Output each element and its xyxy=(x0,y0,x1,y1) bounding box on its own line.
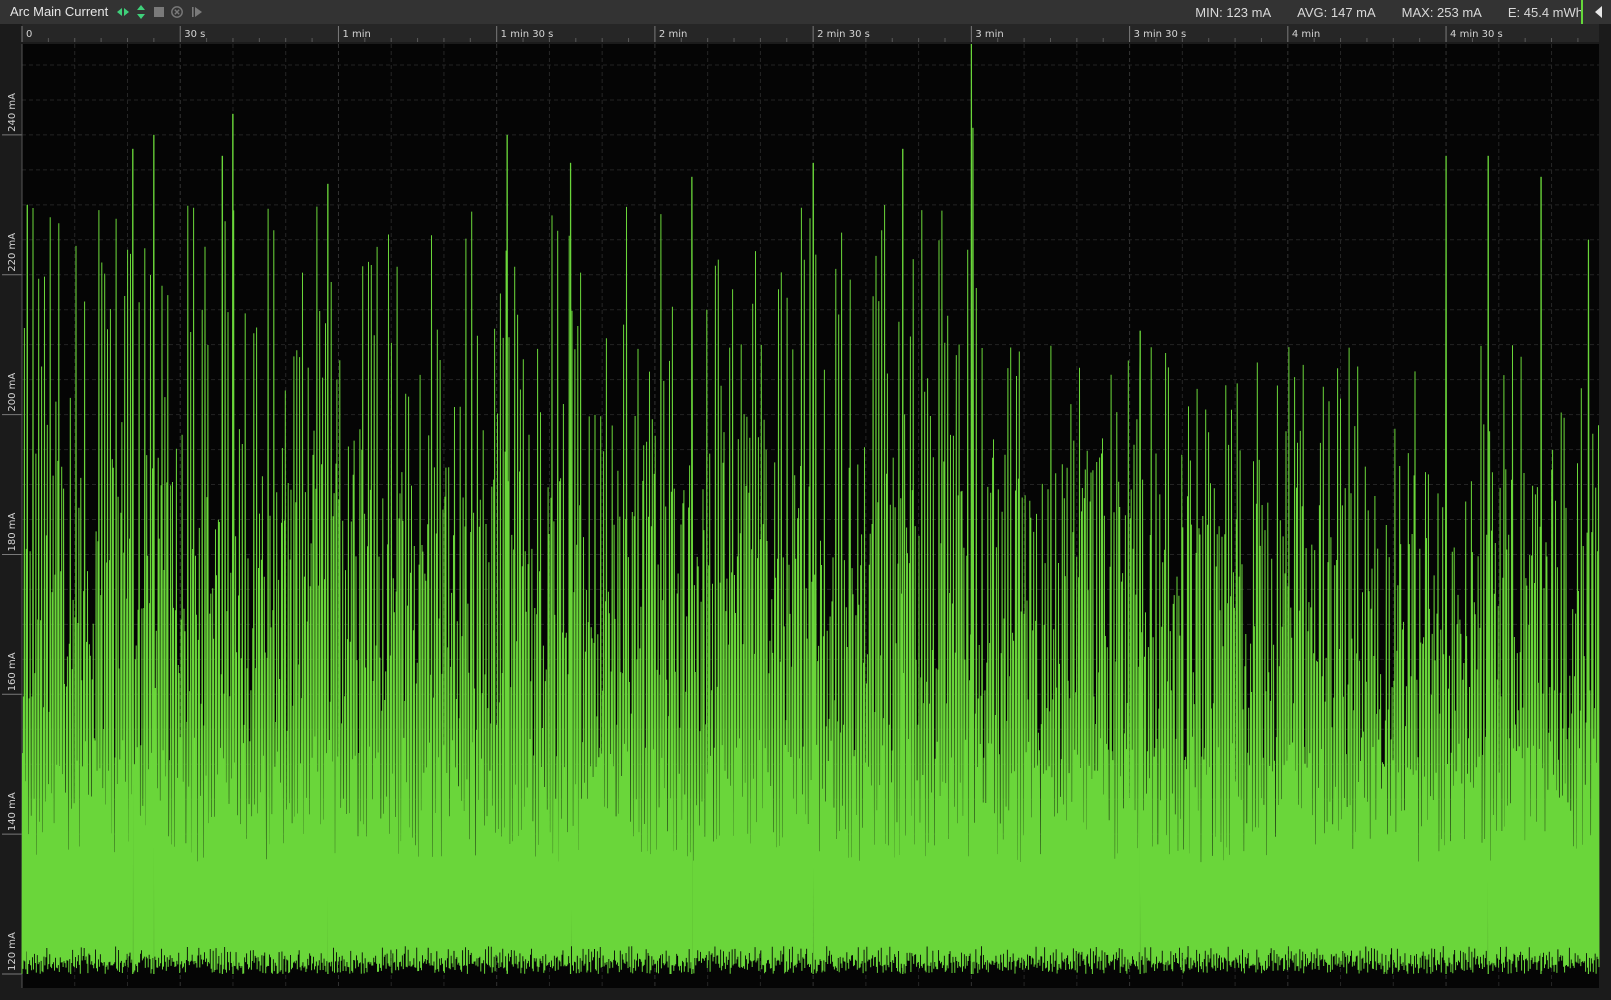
stat-energy: E: 45.4 mWh xyxy=(1507,4,1583,20)
stats-bar: MIN: 123 mA AVG: 147 mA MAX: 253 mA E: 4… xyxy=(1169,0,1583,24)
x-tick-label: 30 s xyxy=(184,29,205,40)
x-tick-label: 4 min xyxy=(1292,29,1320,40)
vertical-arrows-icon[interactable] xyxy=(135,5,147,19)
y-tick-label: 200 mA xyxy=(7,373,18,412)
x-axis: 0 30 s 1 min 1 min 30 s 2 min 2 min 30 s 3 min… xyxy=(21,24,1599,42)
x-tick-label: 3 min xyxy=(975,29,1003,40)
stat-max: MAX: 253 mA xyxy=(1401,4,1482,20)
y-tick-label: 220 mA xyxy=(7,233,18,272)
stat-min: MIN: 123 mA xyxy=(1195,4,1272,20)
current-chart[interactable]: 0 30 s 1 min 1 min 30 s 2 min 2 min 30 s 3 min… xyxy=(0,24,1611,1000)
y-tick-label: 160 mA xyxy=(7,652,18,691)
x-tick-label: 3 min 30 s xyxy=(1134,29,1187,40)
toolbar: Arc Main Current MIN: 123 mA AVG: 147 mA… xyxy=(0,0,1611,25)
collapse-icon xyxy=(1595,6,1602,18)
step-forward-icon[interactable] xyxy=(191,5,203,19)
y-tick-label: 140 mA xyxy=(7,792,18,831)
x-tick-label: 4 min 30 s xyxy=(1450,29,1503,40)
x-axis-ruler xyxy=(22,24,1599,42)
x-tick-label: 2 min xyxy=(659,29,687,40)
stat-avg: AVG: 147 mA xyxy=(1297,4,1376,20)
close-circle-icon[interactable] xyxy=(171,5,183,19)
stop-icon[interactable] xyxy=(153,5,165,19)
y-tick-label: 120 mA xyxy=(7,932,18,971)
x-tick-label: 1 min 30 s xyxy=(501,29,554,40)
x-tick-label: 0 xyxy=(26,29,32,40)
x-tick-label: 1 min xyxy=(342,29,370,40)
x-tick-label: 2 min 30 s xyxy=(817,29,870,40)
collapse-button[interactable] xyxy=(1581,0,1611,24)
channel-title: Arc Main Current xyxy=(10,4,109,19)
horizontal-arrows-icon[interactable] xyxy=(117,5,129,19)
y-tick-label: 180 mA xyxy=(7,512,18,551)
y-tick-label: 240 mA xyxy=(7,93,18,132)
